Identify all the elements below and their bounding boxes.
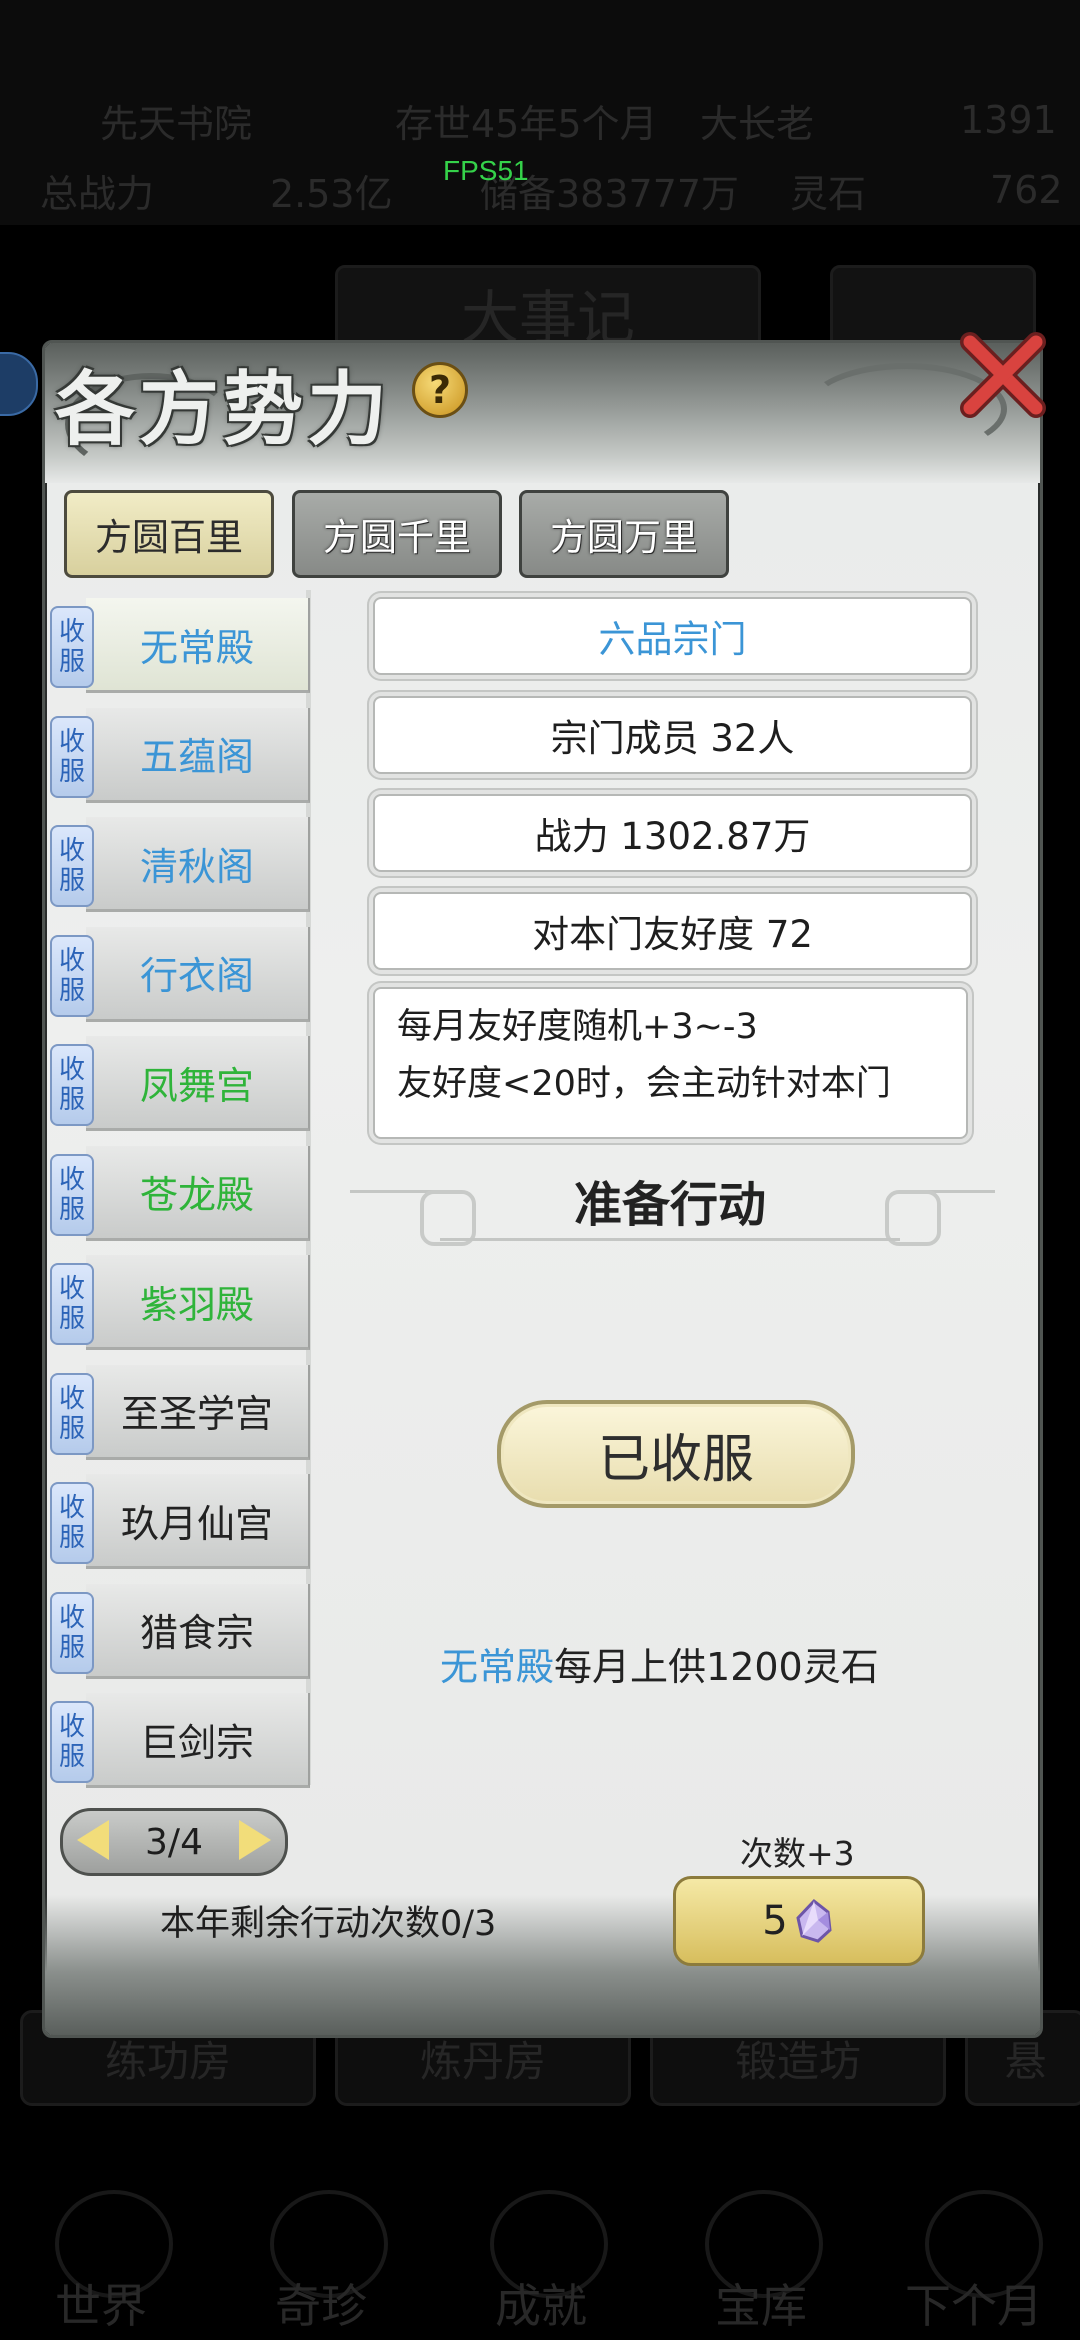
tribute-text: 每月上供1200灵石 <box>554 1645 879 1689</box>
sect-list-item[interactable]: 清秋阁收服 <box>50 817 310 912</box>
sect-members: 宗门成员 32人 <box>373 696 972 774</box>
bg-nav-vault: 宝库 <box>715 2279 807 2333</box>
bg-elder: 大长老 <box>700 101 815 146</box>
bg-nav-world: 世界 <box>55 2279 147 2333</box>
subdue-badge[interactable]: 收服 <box>50 1372 94 1455</box>
sect-power: 战力 1302.87万 <box>373 794 972 872</box>
bg-stone-label: 灵石 <box>790 171 867 216</box>
bg-stone-value: 762 <box>990 168 1063 212</box>
sect-name: 玖月仙宫 <box>86 1474 310 1569</box>
bg-nav-achievement: 成就 <box>495 2279 587 2333</box>
tab-region-thousand-li[interactable]: 方圆千里 <box>292 490 502 578</box>
sect-name: 行衣阁 <box>86 926 310 1022</box>
tab-region-hundred-li[interactable]: 方圆百里 <box>64 490 274 578</box>
sect-rank: 六品宗门 <box>373 597 972 675</box>
friendship-rules: 每月友好度随机+3~-3 友好度<20时，会主动针对本门 <box>373 987 968 1139</box>
close-icon[interactable] <box>958 330 1048 420</box>
tab-region-ten-thousand-li[interactable]: 方圆万里 <box>519 490 729 578</box>
sect-name: 凤舞宫 <box>86 1036 310 1131</box>
action-section-title: 准备行动 <box>573 1177 766 1233</box>
subdued-status-button[interactable]: 已收服 <box>497 1400 855 1508</box>
sect-name: 紫羽殿 <box>86 1255 310 1350</box>
bg-age: 存世45年5个月 <box>395 101 658 146</box>
sect-list-item[interactable]: 玖月仙宫收服 <box>50 1474 310 1569</box>
sect-name: 无常殿 <box>86 598 310 693</box>
subdue-badge[interactable]: 收服 <box>50 1153 94 1236</box>
sect-friendship: 对本门友好度 72 <box>373 892 972 970</box>
bg-count: 1391 <box>960 98 1057 142</box>
help-icon[interactable]: ? <box>412 362 468 418</box>
bg-nav-next-month: 下个月 <box>905 2279 1043 2333</box>
spirit-crystal-icon <box>796 1898 832 1943</box>
bg-bottom-nav: 世界 奇珍 成就 宝库 下个月 <box>0 2180 1080 2340</box>
sect-name: 五蕴阁 <box>86 707 310 803</box>
sect-name: 巨剑宗 <box>86 1693 310 1788</box>
friendship-rule-2: 友好度<20时，会主动针对本门 <box>397 1064 891 1104</box>
subdue-badge[interactable]: 收服 <box>50 825 94 907</box>
subdue-badge[interactable]: 收服 <box>50 606 94 688</box>
buy-cost: 5 <box>762 1898 788 1944</box>
buy-actions-button[interactable]: 5 <box>673 1876 925 1966</box>
tribute-sect-name: 无常殿 <box>440 1645 555 1689</box>
background-stats-row-2: 总战力 2.53亿 储备383777万 灵石 762 <box>0 150 1080 230</box>
subdue-badge[interactable]: 收服 <box>50 1482 94 1564</box>
pager-next-icon[interactable] <box>239 1820 271 1860</box>
subdue-badge[interactable]: 收服 <box>50 715 94 798</box>
pager-prev-icon[interactable] <box>77 1820 109 1860</box>
side-tab-icon[interactable] <box>0 352 38 416</box>
bg-power-label: 总战力 <box>40 171 155 216</box>
sect-list-item[interactable]: 凤舞宫收服 <box>50 1036 310 1131</box>
sect-list-item[interactable]: 无常殿收服 <box>50 598 310 693</box>
count-plus-label: 次数+3 <box>740 1834 855 1873</box>
bg-power-value: 2.53亿 <box>270 171 393 216</box>
sect-name: 苍龙殿 <box>86 1145 310 1241</box>
subdue-badge[interactable]: 收服 <box>50 1591 94 1674</box>
sect-name: 至圣学宫 <box>86 1364 310 1460</box>
sect-list-item[interactable]: 巨剑宗收服 <box>50 1693 310 1788</box>
list-pager: 3/4 <box>60 1808 288 1876</box>
pager-label: 3/4 <box>145 1821 203 1863</box>
sect-list-item[interactable]: 紫羽殿收服 <box>50 1255 310 1350</box>
fps-counter: FPS51 <box>443 155 529 186</box>
sect-name: 猎食宗 <box>86 1583 310 1679</box>
sect-list-item[interactable]: 行衣阁收服 <box>50 926 310 1022</box>
dialog-title: 各方势力 <box>55 362 391 456</box>
tribute-info: 无常殿每月上供1200灵石 <box>440 1636 1020 1691</box>
background-header: 先天书院 存世45年5个月 大长老 1391 总战力 2.53亿 储备38377… <box>0 0 1080 225</box>
remaining-actions: 本年剩余行动次数0/3 <box>160 1904 497 1944</box>
friendship-rule-1: 每月友好度随机+3~-3 <box>397 1007 758 1047</box>
sect-list-item[interactable]: 苍龙殿收服 <box>50 1145 310 1241</box>
sect-list-item[interactable]: 至圣学宫收服 <box>50 1364 310 1460</box>
subdue-badge[interactable]: 收服 <box>50 1044 94 1126</box>
subdue-badge[interactable]: 收服 <box>50 1263 94 1345</box>
sect-name: 清秋阁 <box>86 817 310 912</box>
sect-list-item[interactable]: 猎食宗收服 <box>50 1583 310 1679</box>
bg-academy-name: 先天书院 <box>100 101 253 146</box>
bg-nav-treasure: 奇珍 <box>275 2279 367 2333</box>
subdue-badge[interactable]: 收服 <box>50 1701 94 1783</box>
sect-list-item[interactable]: 五蕴阁收服 <box>50 707 310 803</box>
background-stats-row-1: 先天书院 存世45年5个月 大长老 1391 <box>0 80 1080 160</box>
subdue-badge[interactable]: 收服 <box>50 934 94 1017</box>
